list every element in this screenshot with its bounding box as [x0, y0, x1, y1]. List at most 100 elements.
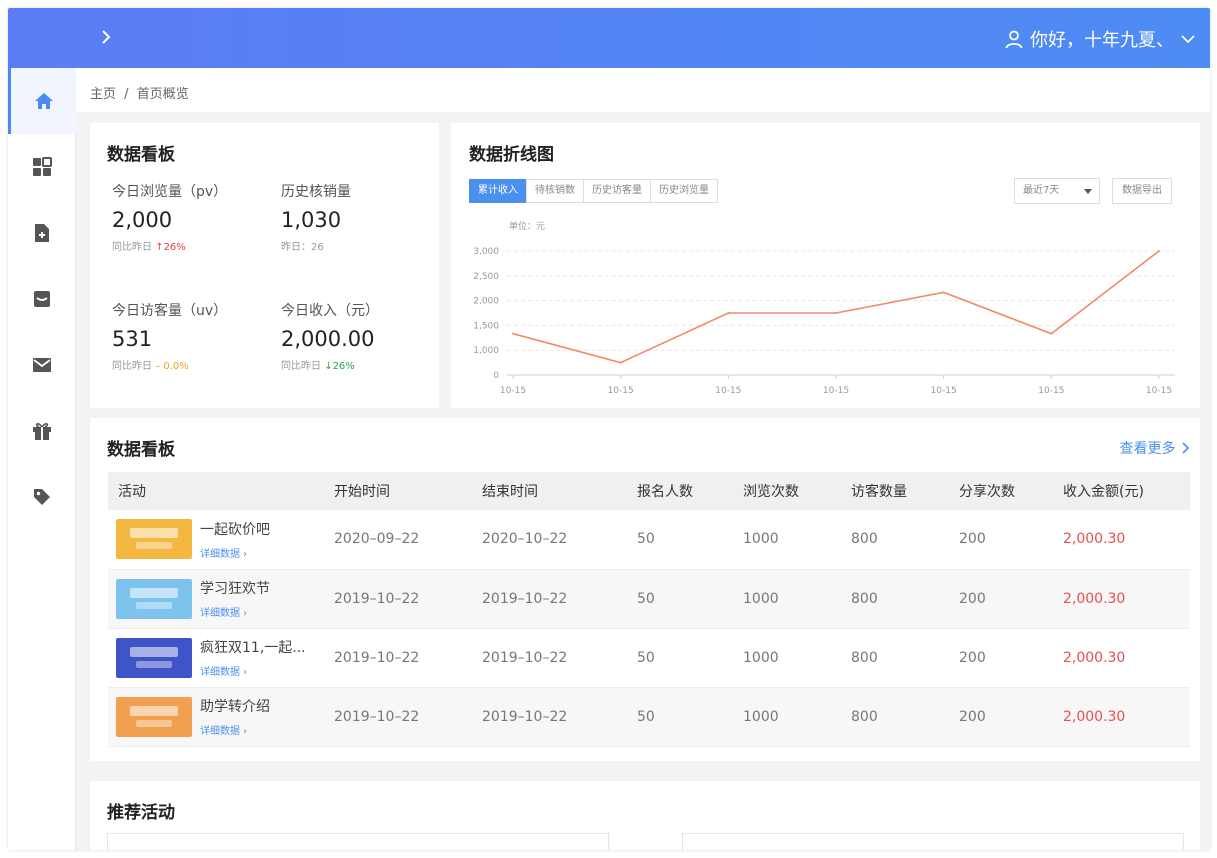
- column-header: 收入金额(元): [1063, 472, 1190, 510]
- start-time-cell: 2019–10–22: [334, 687, 482, 747]
- stats-card: 数据看板 今日浏览量（pv） 2,000 同比昨日 ↑26% 历史核销量 1,0…: [90, 123, 439, 408]
- stat-uv: 今日访客量（uv） 531 同比昨日 – 0.0%: [112, 300, 227, 372]
- data-point[interactable]: [619, 361, 622, 364]
- x-tick-label: 10-15: [931, 386, 957, 396]
- trend-badge: – 0.0%: [155, 361, 189, 372]
- table-row: 学习狂欢节 详细数据 › 2019–10–22 2019–10–22 50 1000 800…: [108, 569, 1190, 629]
- start-time-cell: 2019–10–22: [334, 569, 482, 629]
- column-header: 浏览次数: [743, 472, 851, 510]
- activity-detail-link[interactable]: 详细数据 ›: [200, 545, 270, 560]
- stat-compare: 同比昨日 ↑26%: [112, 242, 186, 253]
- series-line: [512, 250, 1160, 364]
- stat-value: 2,000: [112, 208, 173, 232]
- stat-compare: 昨日：26: [281, 242, 324, 253]
- activity-thumbnail[interactable]: [116, 637, 192, 678]
- data-point[interactable]: [942, 291, 945, 294]
- breadcrumb: 主页 / 首页概览: [76, 68, 1210, 112]
- visitors-cell: 800: [851, 569, 959, 629]
- grid-icon: [33, 157, 52, 176]
- linechart-card: 数据折线图 累计收入 待核销数 历史访客量 历史浏览量 最近7天 数据导出 单位…: [451, 123, 1200, 408]
- shares-cell: 200: [959, 510, 1063, 570]
- data-point[interactable]: [727, 312, 730, 314]
- signups-cell: 50: [637, 687, 743, 747]
- column-header: 活动: [108, 472, 334, 510]
- end-time-cell: 2019–10–22: [482, 569, 637, 629]
- income-cell: 2,000.30: [1063, 510, 1190, 570]
- stat-compare: 同比昨日 ↓26%: [281, 361, 355, 372]
- activity-cell: 助学转介绍详细数据 ›: [108, 687, 334, 747]
- sidebar-toggle-button[interactable]: [94, 25, 118, 49]
- data-point[interactable]: [512, 332, 514, 335]
- user-greeting: 你好，十年九夏、: [1030, 30, 1174, 51]
- income-cell: 2,000.30: [1063, 687, 1190, 747]
- activity-thumbnail[interactable]: [116, 519, 192, 560]
- sidebar-item-tag[interactable]: [8, 464, 76, 530]
- x-tick-label: 10-15: [1038, 386, 1064, 396]
- stat-value: 2,000.00: [281, 327, 375, 351]
- sidebar: [8, 68, 76, 850]
- stat-pv: 今日浏览量（pv） 2,000 同比昨日 ↑26%: [112, 181, 227, 253]
- y-tick-label: 0: [493, 371, 499, 381]
- activity-name: 疯狂双11,一起...: [200, 640, 306, 656]
- column-header: 开始时间: [334, 472, 482, 510]
- column-header: 分享次数: [959, 472, 1063, 510]
- activity-thumbnail[interactable]: [116, 696, 192, 737]
- activities-table: 活动 开始时间 结束时间 报名人数 浏览次数 访客数量 分享次数 收入金额(元)…: [108, 472, 1190, 747]
- stat-label: 今日浏览量（pv）: [112, 184, 228, 200]
- activity-cell: 学习狂欢节详细数据 ›: [108, 569, 334, 629]
- chevron-down-icon: [1181, 35, 1195, 44]
- view-more-label: 查看更多: [1119, 441, 1176, 457]
- end-time-cell: 2019–10–22: [482, 628, 637, 688]
- y-tick-label: 2,500: [473, 272, 499, 282]
- chevron-right-icon: [1182, 442, 1190, 454]
- view-more-link[interactable]: 查看更多: [1120, 438, 1190, 458]
- sidebar-item-inbox[interactable]: [8, 266, 76, 332]
- stat-value: 531: [112, 327, 153, 351]
- views-cell: 1000: [743, 510, 851, 570]
- views-cell: 1000: [743, 687, 851, 747]
- mail-icon: [33, 358, 51, 372]
- activity-detail-link[interactable]: 详细数据 ›: [200, 663, 306, 678]
- activity-name: 助学转介绍: [200, 699, 270, 715]
- activity-thumbnail[interactable]: [116, 578, 192, 619]
- recommend-card: 推荐活动: [90, 781, 1200, 850]
- sidebar-item-gift[interactable]: [8, 398, 76, 464]
- sidebar-item-mail[interactable]: [8, 332, 76, 398]
- column-header: 结束时间: [482, 472, 637, 510]
- activity-name: 学习狂欢节: [200, 581, 270, 597]
- x-tick-label: 10-15: [1146, 386, 1172, 396]
- sidebar-item-document[interactable]: [8, 200, 76, 266]
- user-icon: [1005, 30, 1023, 49]
- home-icon: [34, 93, 53, 109]
- shares-cell: 200: [959, 628, 1063, 688]
- y-tick-label: 1,000: [473, 346, 499, 356]
- signups-cell: 50: [637, 569, 743, 629]
- trend-badge: ↓26%: [324, 361, 355, 372]
- stat-label: 历史核销量: [281, 184, 351, 200]
- trend-badge: ↑26%: [155, 242, 186, 253]
- breadcrumb-home[interactable]: 主页: [90, 83, 116, 102]
- inbox-icon: [34, 291, 50, 307]
- activity-detail-link[interactable]: 详细数据 ›: [200, 604, 270, 619]
- stat-value: 1,030: [281, 208, 342, 232]
- data-point[interactable]: [1050, 332, 1053, 335]
- signups-cell: 50: [637, 628, 743, 688]
- x-tick-label: 10-15: [500, 386, 526, 396]
- recommend-item[interactable]: [682, 833, 1184, 850]
- views-cell: 1000: [743, 569, 851, 629]
- data-point[interactable]: [1158, 250, 1160, 252]
- table-row: 一起砍价吧 详细数据 › 2020–09–22 2020–10–22 50 1000 800…: [108, 510, 1190, 570]
- data-point[interactable]: [835, 312, 837, 314]
- start-time-cell: 2020–09–22: [334, 510, 482, 570]
- recommend-item[interactable]: [107, 833, 609, 850]
- visitors-cell: 800: [851, 687, 959, 747]
- line-chart: 3,0002,5002,0001,5001,000010-15 10-15 10-1…: [473, 247, 1175, 396]
- sidebar-item-home[interactable]: [8, 68, 76, 134]
- stat-compare: 同比昨日 – 0.0%: [112, 361, 189, 372]
- income-cell: 2,000.30: [1063, 569, 1190, 629]
- user-menu[interactable]: 你好，十年九夏、: [1004, 26, 1196, 52]
- sidebar-item-grid[interactable]: [8, 134, 76, 200]
- stat-label: 今日访客量（uv）: [112, 303, 228, 319]
- stat-redeemed: 历史核销量 1,030 昨日：26: [281, 181, 351, 253]
- activity-detail-link[interactable]: 详细数据 ›: [200, 722, 270, 737]
